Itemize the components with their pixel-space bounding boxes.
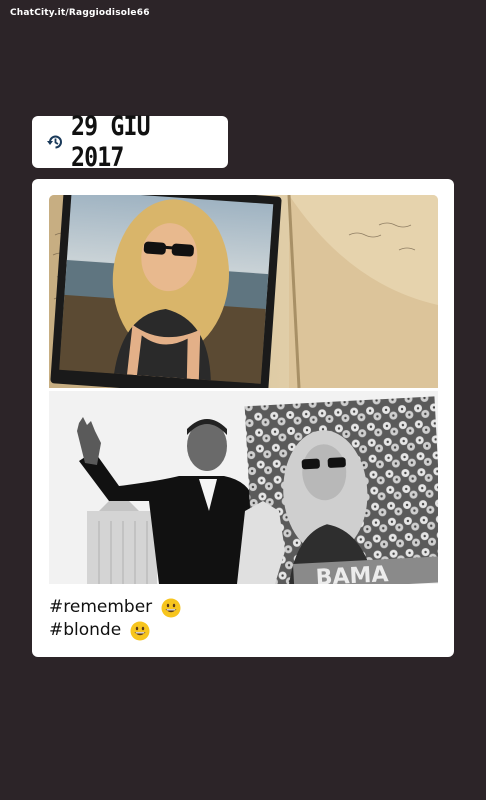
date-chip: 29 GIU 2017 — [32, 111, 228, 173]
watermark: ChatCity.it/Raggiodisole66 — [10, 8, 150, 18]
hashtag-remember[interactable]: #remember — [49, 596, 152, 619]
hashtag-blonde[interactable]: #blonde — [49, 619, 121, 642]
grinning-face-icon — [130, 621, 150, 640]
history-icon — [46, 132, 65, 152]
photo-collage-bottom[interactable]: BAMA — [49, 391, 438, 584]
hashtags: #remember #blonde — [49, 596, 181, 642]
photo-collage-top[interactable] — [49, 195, 438, 388]
post-card: BAMA #remember #blonde — [32, 179, 454, 657]
hashtag-line: #remember — [49, 596, 181, 619]
image-caption-text: BAMA — [315, 562, 389, 584]
grinning-face-icon — [161, 598, 181, 617]
date-text: 29 GIU 2017 — [70, 111, 151, 173]
framed-photo — [50, 195, 282, 388]
hashtag-line: #blonde — [49, 619, 181, 642]
